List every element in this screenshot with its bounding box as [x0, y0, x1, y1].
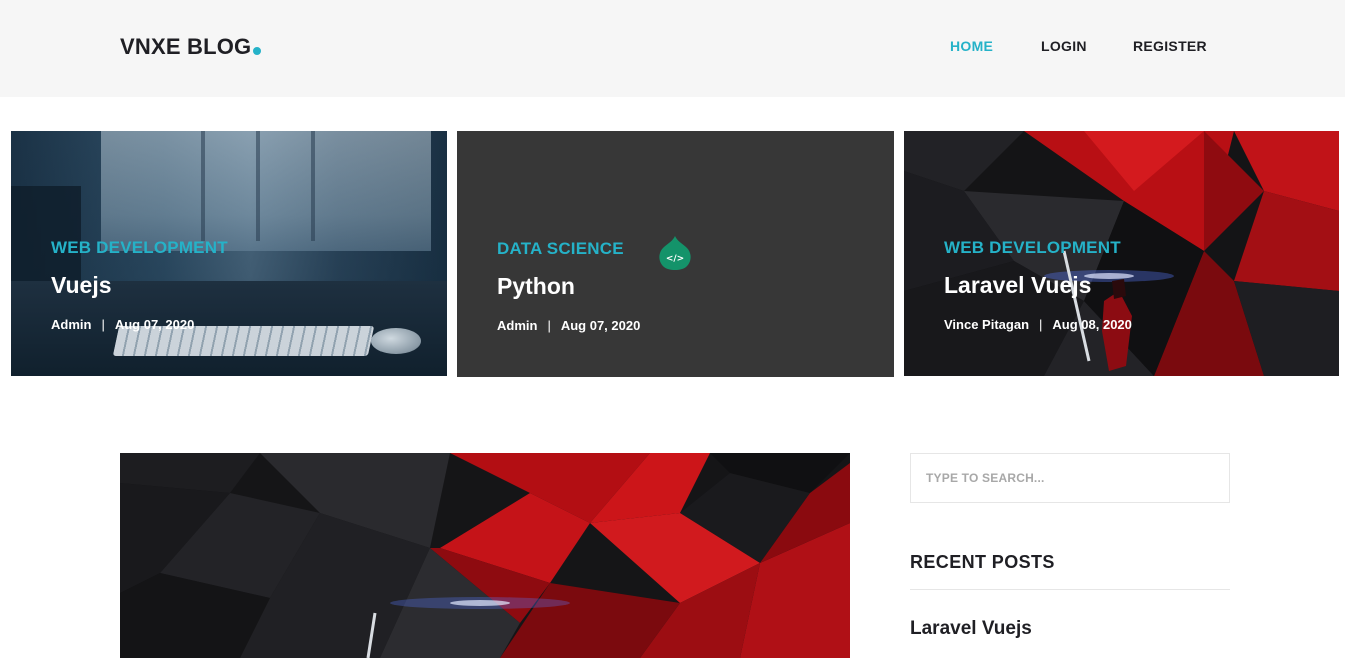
meta-separator: | [1039, 317, 1043, 332]
svg-text:</>: </> [666, 254, 684, 264]
featured-post-card[interactable]: </> DATA SCIENCE Python Admin | Aug 07, 20… [457, 131, 894, 377]
post-title[interactable]: Vuejs [51, 272, 112, 299]
post-author[interactable]: Vince Pitagan [944, 317, 1029, 332]
nav-register-link[interactable]: REGISTER [1133, 38, 1207, 58]
background-detail [311, 131, 315, 241]
divider [910, 589, 1230, 590]
post-author[interactable]: Admin [51, 317, 91, 332]
recent-post-link[interactable]: Laravel Vuejs [910, 618, 1032, 640]
background-detail [201, 131, 205, 241]
post-date: Aug 08, 2020 [1052, 317, 1132, 332]
post-category[interactable]: DATA SCIENCE [497, 239, 624, 259]
code-drop-icon: </> [659, 236, 691, 270]
meta-separator: | [101, 317, 105, 332]
post-date: Aug 07, 2020 [114, 317, 195, 332]
post-meta: Admin | Aug 07, 2020 [497, 318, 640, 333]
post-meta: Vince Pitagan | Aug 08, 2020 [944, 317, 1132, 332]
recent-posts-heading: RECENT POSTS [910, 552, 1055, 572]
background-window [101, 131, 431, 251]
post-category[interactable]: WEB DEVELOPMENT [944, 238, 1121, 258]
site-header: VNXE BLOG HOME LOGIN REGISTER [0, 0, 1345, 97]
nav-login-link[interactable]: LOGIN [1041, 38, 1087, 58]
post-date: Aug 07, 2020 [560, 318, 641, 333]
nav-home-link[interactable]: HOME [950, 38, 993, 58]
main-post-poly-art [120, 453, 850, 658]
post-title[interactable]: Python [497, 273, 575, 300]
post-category[interactable]: WEB DEVELOPMENT [51, 238, 228, 258]
featured-post-card[interactable]: WEB DEVELOPMENT Vuejs Admin | Aug 07, 2020 [11, 131, 447, 376]
meta-separator: | [547, 318, 551, 333]
post-meta: Admin | Aug 07, 2020 [51, 317, 194, 332]
search-input[interactable] [910, 453, 1230, 503]
background-mouse [371, 328, 421, 354]
logo-dot [253, 47, 262, 55]
background-detail [256, 131, 260, 241]
main-post-image[interactable] [120, 453, 850, 658]
post-author[interactable]: Admin [497, 318, 537, 333]
post-title[interactable]: Laravel Vuejs [944, 272, 1091, 299]
logo-text: VNXE BLOG [120, 34, 252, 59]
featured-post-card[interactable]: WEB DEVELOPMENT Laravel Vuejs Vince Pita… [904, 131, 1339, 376]
site-logo[interactable]: VNXE BLOG [120, 34, 262, 60]
